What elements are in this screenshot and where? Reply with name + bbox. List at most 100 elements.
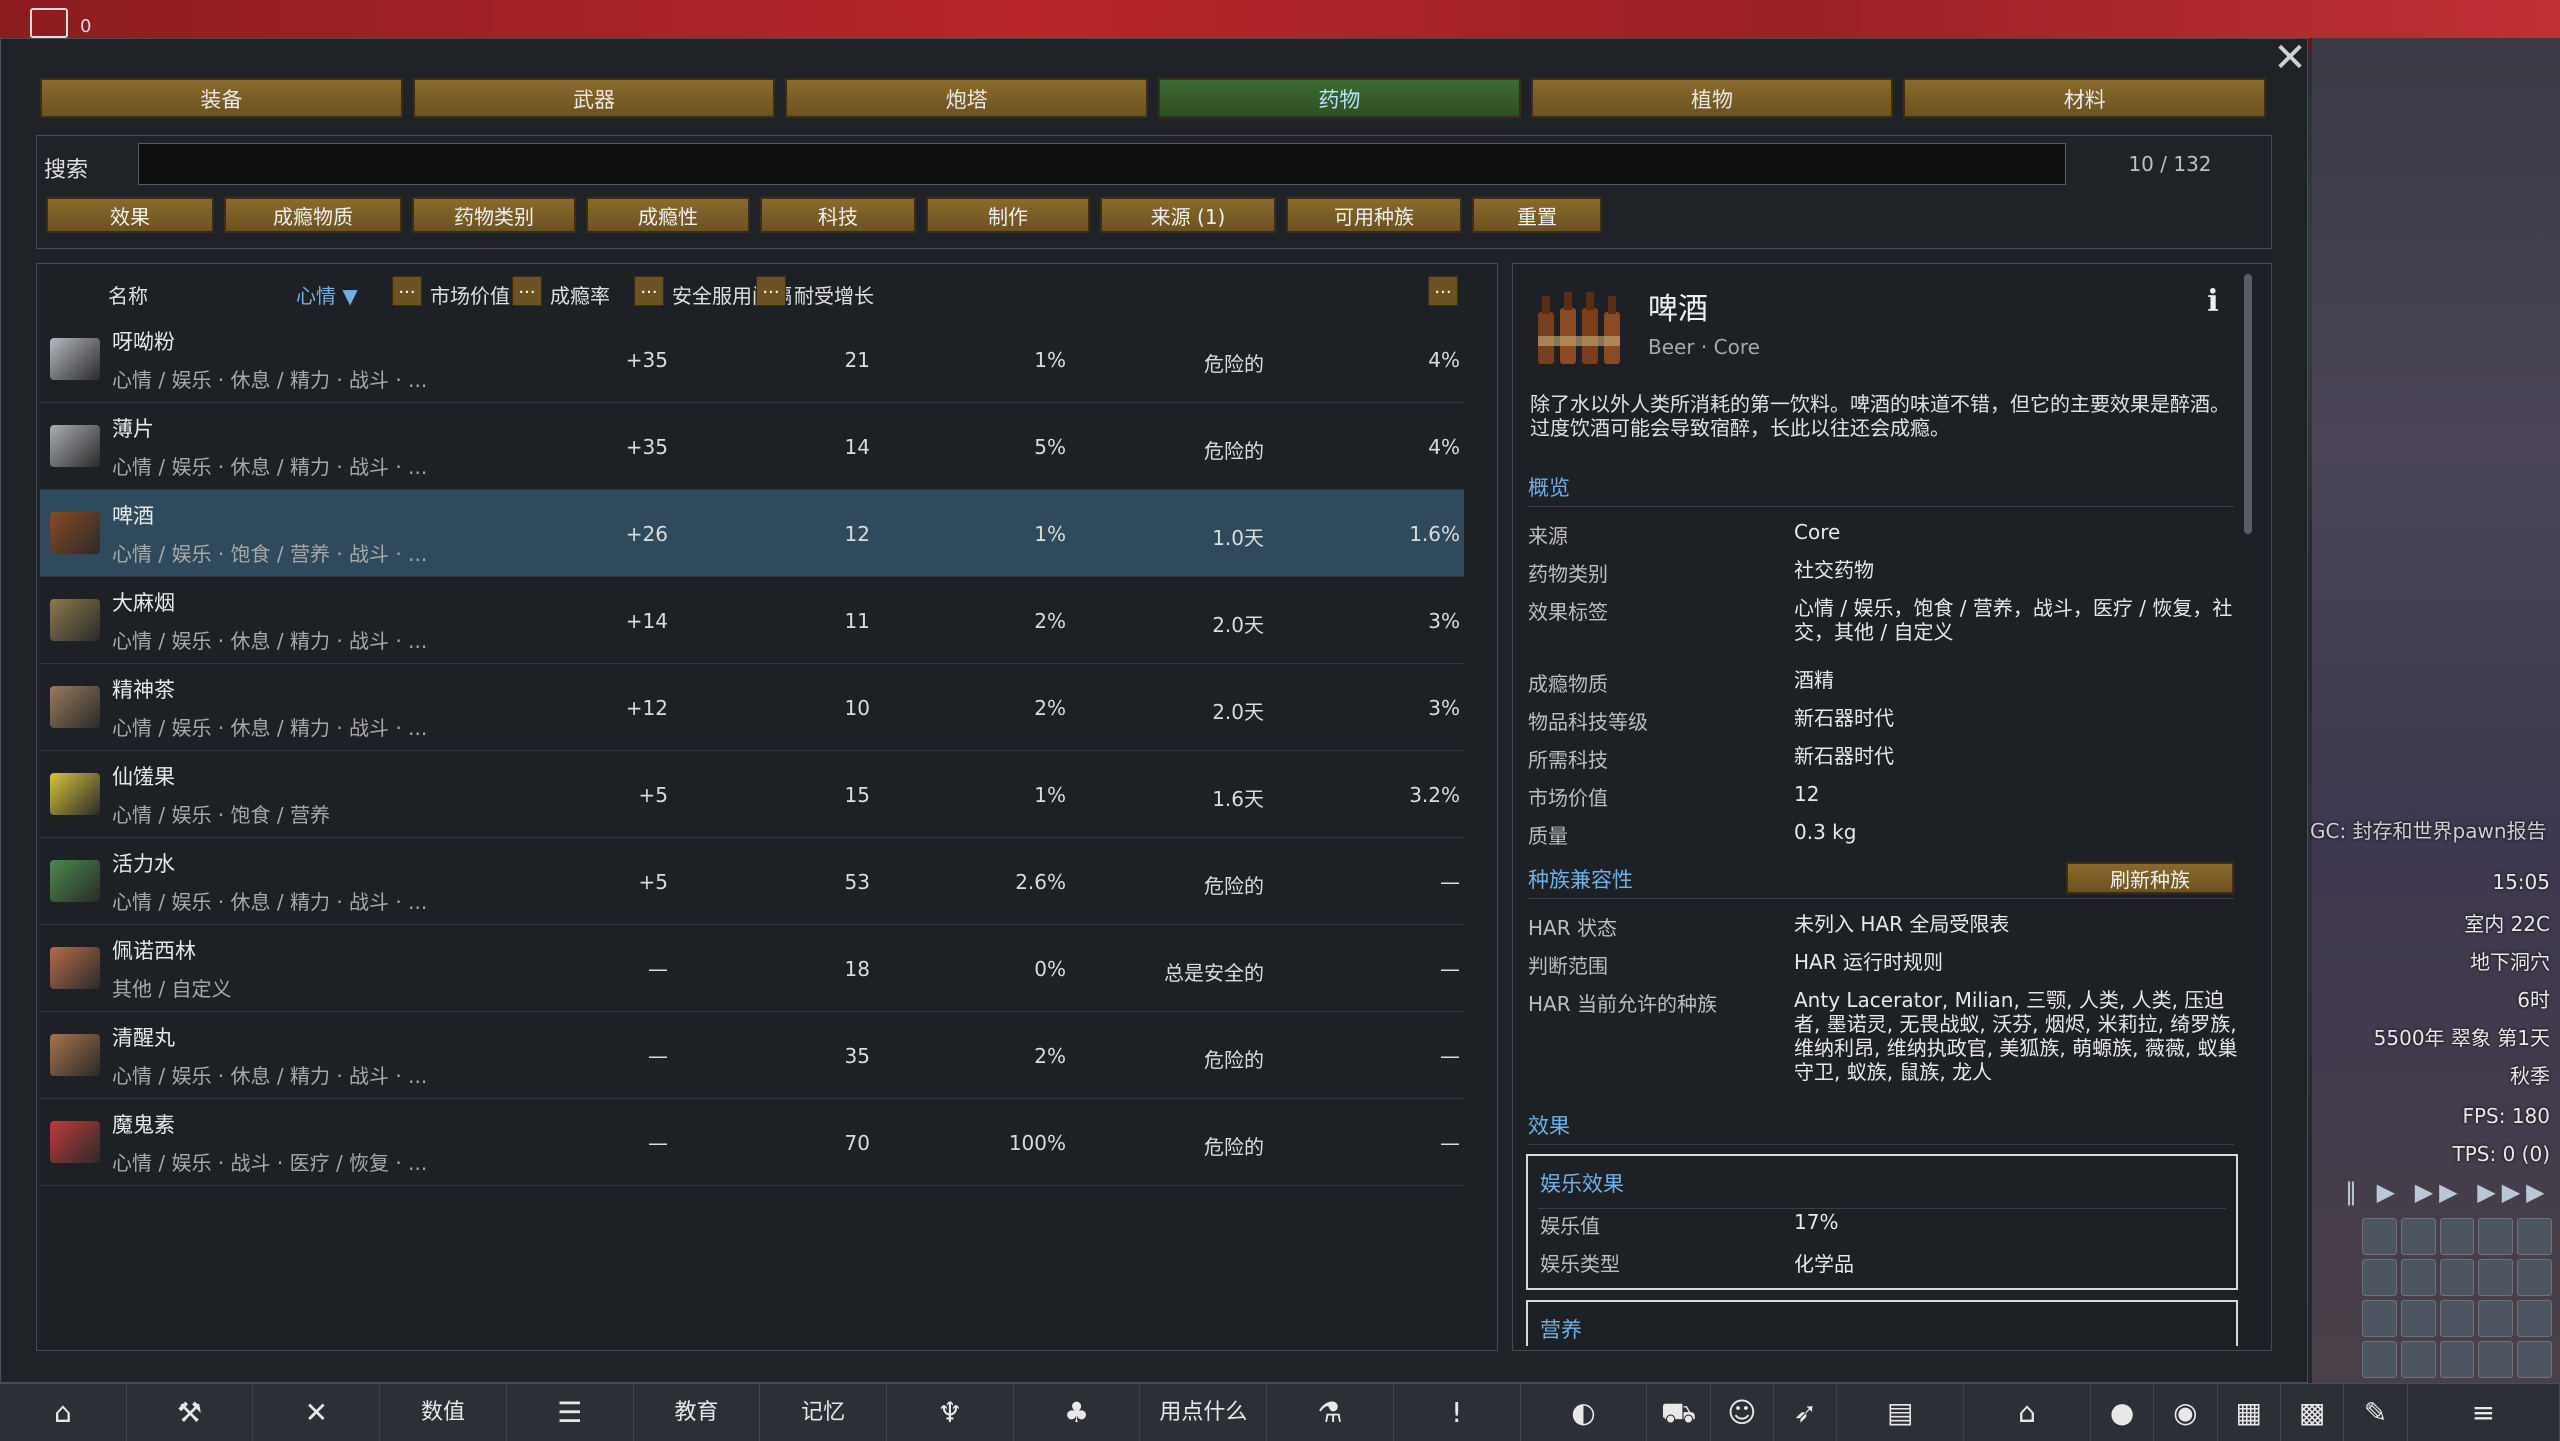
effects-divider: [1528, 1144, 2234, 1145]
main-tab-3[interactable]: 数值: [380, 1384, 507, 1441]
menu-grid-icon[interactable]: ▦: [2218, 1384, 2281, 1441]
goblet-icon[interactable]: ♆: [887, 1384, 1014, 1441]
row-interval: 危险的: [1204, 439, 1264, 463]
header-mood-sorted[interactable]: 心情 ▼: [296, 280, 358, 309]
close-icon[interactable]: ✕: [2272, 38, 2308, 78]
row-addiction: 0%: [1034, 957, 1066, 981]
row-tags: 心情 / 娱乐 · 休息 / 精力 · 战斗 · ...: [112, 455, 428, 479]
play-settings-icons[interactable]: [2362, 1218, 2552, 1378]
colonist-indicator-icon[interactable]: [30, 8, 68, 38]
row-tolerance: 4%: [1428, 435, 1460, 459]
category-tab-4[interactable]: 植物: [1530, 78, 1894, 118]
info-icon[interactable]: i: [2198, 284, 2228, 319]
category-tab-1[interactable]: 武器: [412, 78, 776, 118]
main-menu-icon[interactable]: ≡: [2408, 1384, 2560, 1441]
edit-icon[interactable]: ✎: [2344, 1384, 2408, 1441]
table-row[interactable]: 活力水 心情 / 娱乐 · 休息 / 精力 · 战斗 · ... +5 53 2.6% 危…: [40, 838, 1464, 925]
filter-button-1[interactable]: 成瘾物质: [224, 197, 402, 233]
overview-key: 成瘾物质: [1528, 672, 1608, 696]
flask-icon[interactable]: ⚗: [1267, 1384, 1394, 1441]
table-row[interactable]: 佩诺西林 其他 / 自定义 — 18 0% 总是安全的 —: [40, 925, 1464, 1012]
row-mood: —: [648, 957, 668, 981]
header-addiction-menu[interactable]: ...: [512, 276, 542, 306]
row-addiction: 1%: [1034, 522, 1066, 546]
row-tolerance: 3%: [1428, 609, 1460, 633]
world-icon[interactable]: ◐: [1521, 1384, 1648, 1441]
main-tab-5[interactable]: 教育: [634, 1384, 761, 1441]
table-row[interactable]: 呀呦粉 心情 / 娱乐 · 休息 / 精力 · 战斗 · ... +35 21 1% 危险…: [40, 316, 1464, 403]
factions-icon[interactable]: ⌂: [1964, 1384, 2091, 1441]
home-icon[interactable]: ⌂: [0, 1384, 127, 1441]
tree-icon[interactable]: ♣: [1014, 1384, 1141, 1441]
row-interval: 危险的: [1204, 874, 1264, 898]
lightbulb-icon[interactable]: ●: [2091, 1384, 2155, 1441]
storage-icon[interactable]: ▩: [2281, 1384, 2345, 1441]
crossed-tools-icon[interactable]: ✕: [253, 1384, 381, 1441]
filter-button-0[interactable]: 效果: [46, 197, 214, 233]
time-speed-controls[interactable]: ‖ ▶ ▶▶ ▶▶▶: [2345, 1178, 2551, 1206]
header-interval-menu[interactable]: ...: [634, 276, 664, 306]
table-row[interactable]: 魔鬼素 心情 / 娱乐 · 战斗 · 医疗 / 恢复 · ... — 70 100% 危险…: [40, 1099, 1464, 1186]
table-row[interactable]: 薄片 心情 / 娱乐 · 休息 / 精力 · 战斗 · ... +35 14 5% 危险的…: [40, 403, 1464, 490]
table-row[interactable]: 仙馐果 心情 / 娱乐 · 饱食 / 营养 +5 15 1% 1.6天 3.2%: [40, 751, 1464, 838]
header-more-menu[interactable]: ...: [1428, 276, 1458, 306]
row-name: 啤酒: [112, 504, 154, 528]
cart-icon[interactable]: ⛟: [1647, 1384, 1711, 1441]
filter-button-6[interactable]: 来源 (1): [1100, 197, 1276, 233]
header-tolerance-menu[interactable]: ...: [756, 276, 786, 306]
row-mood: —: [648, 1131, 668, 1155]
filter-button-3[interactable]: 成瘾性: [586, 197, 750, 233]
row-tolerance: —: [1440, 1131, 1460, 1155]
hammer-icon[interactable]: ⚒: [127, 1384, 254, 1441]
joy-type-value: 化学品: [1794, 1252, 1854, 1276]
race-divider: [1528, 898, 2234, 899]
world-hour: 6时: [2517, 988, 2550, 1012]
row-tolerance: —: [1440, 1044, 1460, 1068]
header-addiction-rate[interactable]: 成瘾率: [550, 280, 610, 309]
category-tab-2[interactable]: 炮塔: [785, 78, 1149, 118]
detail-scrollbar[interactable]: [2244, 274, 2252, 534]
header-tolerance-gain[interactable]: 耐受增长: [794, 280, 874, 309]
table-row[interactable]: 清醒丸 心情 / 娱乐 · 休息 / 精力 · 战斗 · ... — 35 2% 危险的 —: [40, 1012, 1464, 1099]
race-key: HAR 当前允许的种族: [1528, 992, 1717, 1016]
filter-button-4[interactable]: 科技: [760, 197, 916, 233]
row-tags: 心情 / 娱乐 · 休息 / 精力 · 战斗 · ...: [112, 716, 428, 740]
category-tab-3[interactable]: 药物: [1158, 78, 1521, 118]
header-market-menu[interactable]: ...: [392, 276, 422, 306]
joy-effect-box: 娱乐效果 娱乐值 17% 娱乐类型 化学品: [1526, 1154, 2238, 1290]
world-date: 5500年 翠象 第1天: [2373, 1026, 2550, 1050]
row-tags: 心情 / 娱乐 · 战斗 · 医疗 / 恢复 · ...: [112, 1151, 428, 1175]
filter-button-7[interactable]: 可用种族: [1286, 197, 1462, 233]
row-market: 10: [844, 696, 870, 720]
top-world-strip: [0, 0, 2560, 38]
pawn-icon[interactable]: ☺: [1711, 1384, 1775, 1441]
filter-button-8[interactable]: 重置: [1472, 197, 1602, 233]
search-input[interactable]: [138, 143, 2066, 185]
overview-value: 0.3 kg: [1794, 820, 1857, 844]
beer-icon: [1538, 292, 1620, 364]
overview-key: 效果标签: [1528, 600, 1608, 624]
filter-button-5[interactable]: 制作: [926, 197, 1090, 233]
list-icon[interactable]: ☰: [507, 1384, 634, 1441]
alert-icon[interactable]: !: [1394, 1384, 1521, 1441]
table-row[interactable]: 精神茶 心情 / 娱乐 · 休息 / 精力 · 战斗 · ... +12 10 2% 2.…: [40, 664, 1464, 751]
category-tab-5[interactable]: 材料: [1903, 78, 2267, 118]
header-market-value[interactable]: 市场价值: [430, 280, 510, 309]
list-header: 名称 心情 ▼ ... 市场价值 ... 成瘾率 ... 安全服用间隔 ... …: [40, 272, 1464, 312]
head-icon[interactable]: ◉: [2154, 1384, 2218, 1441]
refresh-races-button[interactable]: 刷新种族: [2066, 862, 2234, 894]
filter-button-2[interactable]: 药物类别: [412, 197, 576, 233]
overview-key: 来源: [1528, 524, 1568, 548]
row-addiction: 2%: [1034, 1044, 1066, 1068]
rocket-icon[interactable]: ➶: [1774, 1384, 1838, 1441]
main-tab-9[interactable]: 用点什么: [1140, 1384, 1268, 1441]
table-row[interactable]: 大麻烟 心情 / 娱乐 · 休息 / 精力 · 战斗 · ... +14 11 2% 2.…: [40, 577, 1464, 664]
book-icon[interactable]: ▤: [1837, 1384, 1965, 1441]
detail-title: 啤酒: [1648, 292, 1708, 327]
table-row[interactable]: 啤酒 心情 / 娱乐 · 饱食 / 营养 · 战斗 · ... +26 12 1% 1.0…: [40, 490, 1464, 577]
main-tab-6[interactable]: 记忆: [760, 1384, 888, 1441]
header-name[interactable]: 名称: [108, 280, 148, 309]
row-tags: 心情 / 娱乐 · 饱食 / 营养 · 战斗 · ...: [112, 542, 428, 566]
race-key: 判断范围: [1528, 954, 1608, 978]
category-tab-0[interactable]: 装备: [40, 78, 403, 118]
